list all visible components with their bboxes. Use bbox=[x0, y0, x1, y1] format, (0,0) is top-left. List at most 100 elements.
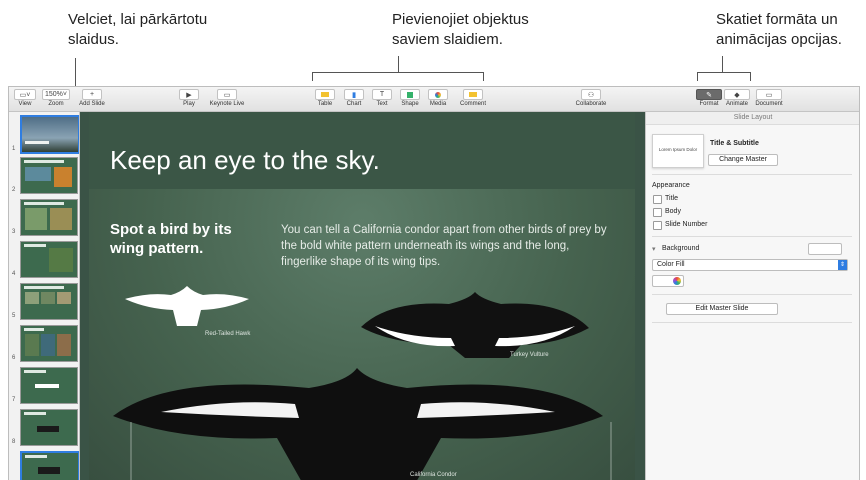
document-icon: ▭ bbox=[765, 91, 773, 99]
play-control[interactable]: ▶ Play bbox=[177, 89, 201, 107]
caption-condor: California Condor bbox=[410, 472, 457, 478]
animate-control[interactable]: ◆ Animate bbox=[723, 89, 751, 107]
zoom-value: 150% bbox=[45, 91, 63, 98]
slide-thumbnail[interactable] bbox=[20, 367, 78, 404]
format-control[interactable]: ✎ Format bbox=[695, 89, 723, 107]
shape-icon bbox=[407, 91, 413, 98]
caption-hawk: Red-Tailed Hawk bbox=[205, 331, 251, 337]
add-slide-control[interactable]: + Add Slide bbox=[77, 89, 107, 107]
title-checkbox[interactable] bbox=[653, 195, 662, 204]
bird-illustrations bbox=[113, 286, 612, 480]
slide-number: 3 bbox=[12, 229, 16, 235]
slide-navigator: 1 2 3 4 5 6 7 8 bbox=[9, 112, 80, 480]
document-control[interactable]: ▭ Document bbox=[753, 89, 785, 107]
play-button[interactable]: ▶ bbox=[179, 89, 199, 100]
view-button[interactable]: ▭˅ bbox=[14, 89, 36, 100]
collaborate-button[interactable]: ⚇ bbox=[581, 89, 601, 100]
media-button[interactable] bbox=[428, 89, 448, 100]
format-button[interactable]: ✎ bbox=[696, 89, 722, 100]
slide-number: 5 bbox=[12, 313, 16, 319]
shape-control[interactable]: Shape bbox=[398, 89, 422, 107]
add-slide-button[interactable]: + bbox=[82, 89, 102, 100]
slide-thumbnail[interactable] bbox=[20, 283, 78, 320]
animate-icon: ◆ bbox=[734, 91, 740, 99]
thumbnail-image bbox=[25, 292, 39, 304]
leader-line-add-objects-r bbox=[483, 72, 484, 81]
slide[interactable]: Keep an eye to the sky. Spot a bird by i… bbox=[89, 112, 635, 480]
slide-number-checkbox[interactable] bbox=[653, 221, 662, 230]
thumbnail-bird bbox=[35, 384, 59, 388]
animate-button[interactable]: ◆ bbox=[724, 89, 750, 100]
slide-thumbnail[interactable] bbox=[20, 115, 79, 154]
document-label: Document bbox=[755, 101, 783, 107]
play-icon: ▶ bbox=[186, 91, 192, 99]
change-master-button[interactable]: Change Master bbox=[708, 154, 778, 166]
slide-thumbnail[interactable] bbox=[20, 157, 78, 194]
thumbnail-title bbox=[24, 370, 46, 373]
background-color-well[interactable] bbox=[808, 243, 842, 255]
layout-preview-text: Lorem Ipsum Dolor bbox=[658, 147, 698, 152]
thumbnail-title bbox=[24, 244, 46, 247]
body-checkbox-label: Body bbox=[665, 208, 681, 215]
keynote-live-control[interactable]: ▭ Keynote Live bbox=[207, 89, 247, 107]
color-swatch-button[interactable] bbox=[652, 275, 684, 287]
animate-label: Animate bbox=[725, 101, 748, 107]
collaborate-icon: ⚇ bbox=[587, 91, 595, 99]
table-control[interactable]: Table bbox=[313, 89, 337, 107]
chevron-down-icon: ˅ bbox=[62, 91, 67, 98]
disclosure-triangle-icon[interactable]: ▾ bbox=[652, 245, 656, 253]
color-wheel-icon bbox=[673, 277, 681, 285]
zoom-control[interactable]: 150% ˅ Zoom bbox=[41, 89, 71, 107]
slide-thumbnail[interactable] bbox=[20, 241, 78, 278]
layout-preview[interactable]: Lorem Ipsum Dolor bbox=[652, 134, 704, 168]
slide-thumbnail-selected[interactable] bbox=[20, 451, 79, 480]
thumbnail-image bbox=[49, 248, 73, 272]
chart-button[interactable]: ▮ bbox=[344, 89, 364, 100]
slide-number: 7 bbox=[12, 397, 16, 403]
thumbnail-title bbox=[24, 412, 46, 415]
shape-label: Shape bbox=[401, 101, 419, 107]
body-checkbox[interactable] bbox=[653, 208, 662, 217]
callout-format-line1: Skatiet formāta un bbox=[716, 11, 838, 28]
leader-line-format-r bbox=[750, 72, 751, 81]
comment-icon bbox=[469, 92, 477, 97]
comment-control[interactable]: Comment bbox=[457, 89, 489, 107]
caption-vulture: Turkey Vulture bbox=[510, 352, 549, 358]
slide-thumbnail[interactable] bbox=[20, 409, 78, 446]
zoom-select[interactable]: 150% ˅ bbox=[42, 89, 70, 100]
chart-icon: ▮ bbox=[352, 91, 356, 99]
view-label: View bbox=[18, 101, 32, 107]
text-label: Text bbox=[376, 101, 388, 107]
keynote-live-button[interactable]: ▭ bbox=[217, 89, 237, 100]
fill-type-select[interactable]: Color Fill ⇕ bbox=[652, 259, 848, 271]
media-control[interactable]: Media bbox=[426, 89, 450, 107]
table-button[interactable] bbox=[315, 89, 335, 100]
thumbnail-image bbox=[25, 167, 51, 181]
slide-thumbnail[interactable] bbox=[20, 325, 78, 362]
document-button[interactable]: ▭ bbox=[756, 89, 782, 100]
text-button[interactable]: T bbox=[372, 89, 392, 100]
media-icon bbox=[435, 91, 441, 98]
view-control[interactable]: ▭˅ View bbox=[13, 89, 37, 107]
shape-button[interactable] bbox=[400, 89, 420, 100]
edit-master-slide-button[interactable]: Edit Master Slide bbox=[666, 303, 778, 315]
keynote-live-label: Keynote Live bbox=[209, 101, 245, 107]
callout-rearrange-line1: Velciet, lai pārkārtotu bbox=[68, 11, 208, 28]
thumbnail-image bbox=[57, 334, 71, 356]
media-label: Media bbox=[429, 101, 447, 107]
play-label: Play bbox=[183, 101, 195, 107]
thumbnail-image bbox=[25, 208, 47, 230]
format-inspector: Slide Layout Lorem Ipsum Dolor Title & S… bbox=[645, 112, 859, 480]
text-control[interactable]: T Text bbox=[370, 89, 394, 107]
leader-line-add-objects-l bbox=[312, 72, 313, 81]
thumbnail-bird bbox=[38, 467, 60, 474]
comment-button[interactable] bbox=[463, 89, 483, 100]
callout-format-line2: animācijas opcijas. bbox=[716, 31, 842, 48]
keynote-live-icon: ▭ bbox=[223, 91, 231, 99]
title-checkbox-label: Title bbox=[665, 195, 678, 202]
collaborate-control[interactable]: ⚇ Collaborate bbox=[571, 89, 611, 107]
chart-control[interactable]: ▮ Chart bbox=[342, 89, 366, 107]
slide-thumbnail[interactable] bbox=[20, 199, 78, 236]
toolbar: ▭˅ View 150% ˅ Zoom + Add Slide ▶ Play ▭ … bbox=[9, 87, 859, 112]
thumbnail-image bbox=[50, 208, 72, 230]
